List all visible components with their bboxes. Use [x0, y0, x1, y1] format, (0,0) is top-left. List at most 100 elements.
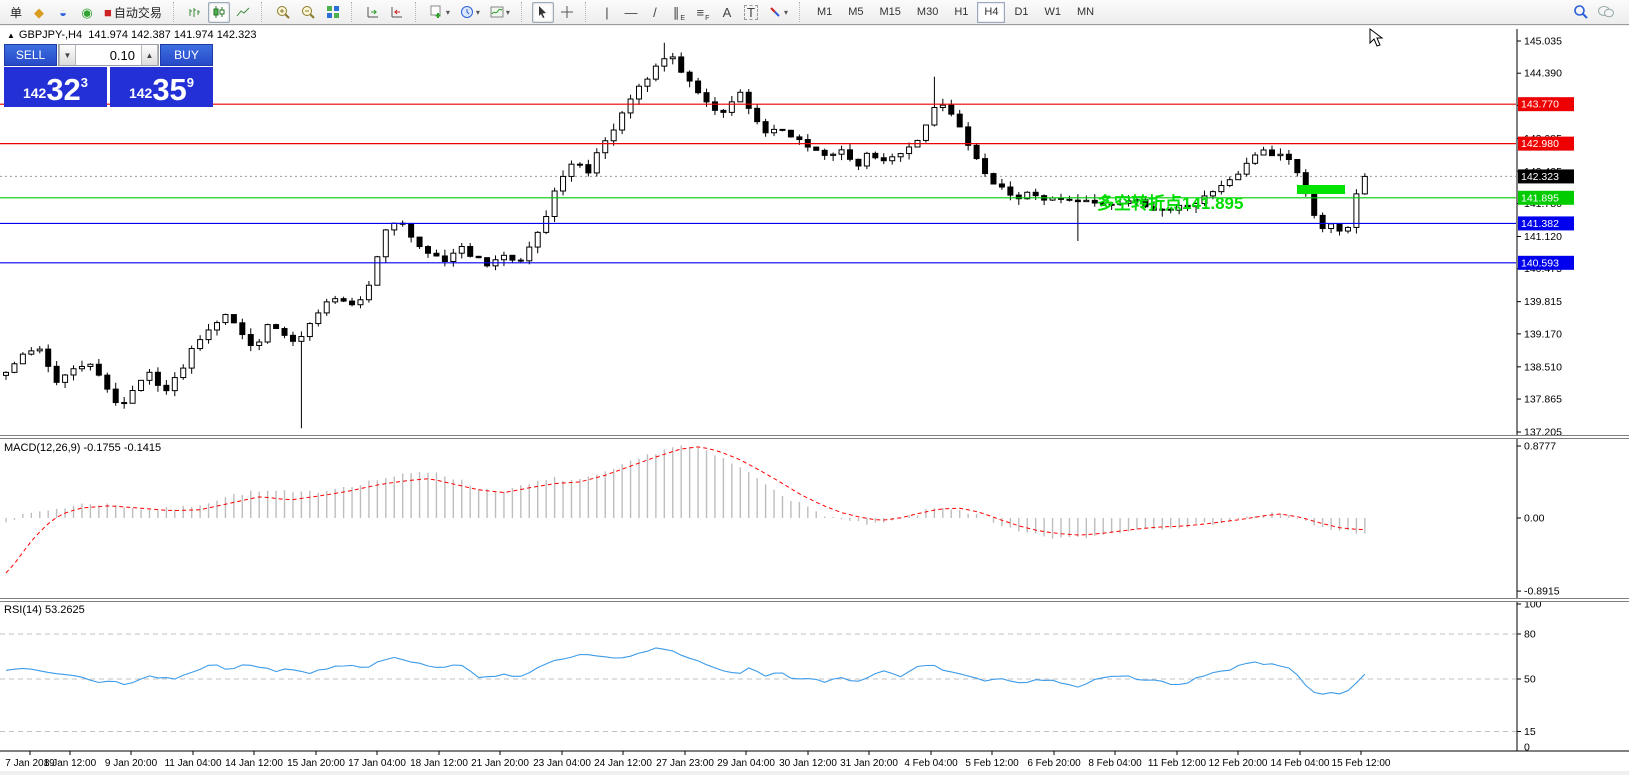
- zoom-out-button[interactable]: [297, 2, 320, 23]
- candlestick-chart-button[interactable]: [207, 1, 230, 23]
- timeframe-button-M1[interactable]: M1: [810, 2, 839, 23]
- vertical-line-tool-button[interactable]: |: [596, 2, 618, 23]
- rsi-label: RSI(14) 53.2625: [4, 604, 85, 616]
- timeframe-button-D1[interactable]: D1: [1007, 2, 1035, 23]
- trendline-icon: /: [653, 4, 657, 20]
- signals-icon: ◉: [81, 4, 93, 20]
- tile-windows-button[interactable]: [322, 2, 344, 23]
- fibonacci-tool-button[interactable]: ≡ F: [692, 2, 714, 23]
- svg-text:31 Jan 20:00: 31 Jan 20:00: [840, 758, 898, 769]
- bottom-strip: [0, 771, 1629, 775]
- horizontal-line-tool-button[interactable]: —: [620, 2, 642, 23]
- svg-text:139.170: 139.170: [1524, 328, 1562, 340]
- new-order-button[interactable]: 单: [4, 2, 26, 23]
- svg-text:15: 15: [1524, 726, 1536, 738]
- indicators-button[interactable]: ▾: [486, 2, 514, 23]
- autotrade-stop-icon: ■: [104, 4, 112, 20]
- svg-text:0.8777: 0.8777: [1524, 441, 1556, 453]
- svg-text:144.390: 144.390: [1524, 68, 1562, 80]
- sell-button[interactable]: SELL: [4, 44, 57, 66]
- auto-scroll-icon: [367, 7, 378, 18]
- timeframe-button-H4[interactable]: H4: [977, 1, 1006, 23]
- macd-label: MACD(12,26,9) -0.1755 -0.1415: [4, 442, 162, 454]
- chevron-down-icon: ▾: [475, 7, 480, 17]
- text-label-tool-button[interactable]: T: [740, 2, 762, 23]
- arrows-icon: [770, 7, 780, 17]
- pivot-highlight-rect[interactable]: [1297, 185, 1345, 194]
- crosshair-icon: [560, 6, 573, 18]
- timeframe-button-M5[interactable]: M5: [841, 2, 870, 23]
- svg-text:50: 50: [1524, 674, 1536, 686]
- crosshair-tool-button[interactable]: [556, 2, 578, 23]
- timeframe-button-M15[interactable]: M15: [873, 2, 908, 23]
- rsi-pane[interactable]: 1008050150: [0, 599, 1542, 754]
- svg-text:140.593: 140.593: [1521, 257, 1559, 269]
- new-chart-button[interactable]: ▾: [426, 2, 454, 23]
- timeframe-button-MN[interactable]: MN: [1070, 2, 1101, 23]
- volume-input[interactable]: 0.10: [76, 45, 141, 65]
- svg-text:15 Jan 20:00: 15 Jan 20:00: [287, 758, 345, 769]
- text-tool-icon: A: [722, 4, 732, 20]
- level-lines[interactable]: [0, 103, 1516, 264]
- svg-text:137.865: 137.865: [1524, 394, 1562, 406]
- time-axis[interactable]: 7 Jan 20198 Jan 12:00 9 Jan 20:00 11 Jan 0…: [0, 750, 1629, 769]
- toolbar-separator: [260, 2, 267, 22]
- buy-button[interactable]: BUY: [160, 44, 213, 66]
- market-watch-button[interactable]: ◆: [28, 2, 50, 23]
- svg-text:21 Jan 20:00: 21 Jan 20:00: [471, 758, 529, 769]
- timeframe-button-H1[interactable]: H1: [947, 2, 975, 23]
- svg-text:24 Jan 12:00: 24 Jan 12:00: [594, 758, 652, 769]
- timeframe-button-M30[interactable]: M30: [910, 2, 945, 23]
- macd-pane[interactable]: 0.8777 0.00 -0.8915: [5, 441, 1560, 598]
- chart-title: ▲ GBPJPY-,H4 141.974 142.387 141.974 142.…: [7, 29, 256, 41]
- search-icon[interactable]: [1573, 4, 1589, 20]
- svg-text:14 Feb 04:00: 14 Feb 04:00: [1271, 758, 1330, 769]
- zoom-in-button[interactable]: [272, 2, 295, 23]
- volume-up-button[interactable]: ▲: [141, 45, 158, 65]
- sell-price-big: 32: [46, 72, 81, 108]
- svg-text:143.770: 143.770: [1521, 99, 1559, 111]
- bar-chart-button[interactable]: [184, 2, 206, 23]
- macd-pane-divider[interactable]: [0, 435, 1629, 439]
- arrows-tool-button[interactable]: ▾: [764, 2, 792, 23]
- chart-shift-button[interactable]: [386, 2, 408, 23]
- pivot-annotation-text[interactable]: 多空转折点141.895: [1097, 189, 1243, 214]
- svg-text:142.323: 142.323: [1521, 171, 1559, 183]
- svg-text:30 Jan 12:00: 30 Jan 12:00: [779, 758, 837, 769]
- timeframe-button-W1[interactable]: W1: [1038, 2, 1069, 23]
- autotrade-button[interactable]: ■ 自动交易: [100, 2, 166, 23]
- autotrade-label: 自动交易: [113, 5, 162, 20]
- sell-quote-panel[interactable]: 142 32 3: [4, 67, 107, 107]
- bar-chart-icon: [189, 8, 200, 17]
- price-axis[interactable]: 145.035144.390143.745143.085142.425141.7…: [1516, 29, 1574, 751]
- buy-quote-panel[interactable]: 142 35 9: [110, 67, 213, 107]
- zoom-out-icon: [301, 5, 315, 19]
- svg-text:14 Jan 12:00: 14 Jan 12:00: [225, 758, 283, 769]
- line-chart-button[interactable]: [232, 2, 254, 23]
- toolbar-separator: [798, 2, 805, 22]
- clock-icon: [460, 6, 473, 18]
- new-chart-icon: [430, 5, 441, 18]
- vertical-line-icon: |: [605, 4, 609, 20]
- channel-tool-button[interactable]: ∥ E: [668, 2, 690, 23]
- chevron-down-icon: ▾: [505, 7, 510, 17]
- rsi-pane-divider[interactable]: [0, 598, 1629, 602]
- text-tool-button[interactable]: A: [716, 2, 738, 23]
- community-button[interactable]: ◒: [52, 2, 74, 23]
- chat-icon[interactable]: [1597, 4, 1615, 20]
- svg-text:80: 80: [1524, 629, 1536, 641]
- svg-text:17 Jan 04:00: 17 Jan 04:00: [348, 758, 406, 769]
- volume-down-button[interactable]: ▼: [59, 45, 76, 65]
- period-button[interactable]: ▾: [456, 2, 484, 23]
- trendline-tool-button[interactable]: /: [644, 2, 666, 23]
- signals-button[interactable]: ◉: [76, 2, 98, 23]
- chevron-down-icon: ▾: [445, 7, 450, 17]
- svg-text:0: 0: [1524, 742, 1530, 754]
- chart-canvas[interactable]: 145.035144.390143.745143.085142.425141.7…: [0, 26, 1629, 771]
- cursor-tool-button[interactable]: [531, 1, 554, 23]
- svg-text:8 Feb 04:00: 8 Feb 04:00: [1088, 758, 1142, 769]
- buy-price-sup: 9: [186, 75, 195, 90]
- tile-windows-icon: [326, 6, 339, 18]
- buy-price-prefix: 142: [128, 85, 153, 101]
- auto-scroll-button[interactable]: [362, 2, 384, 23]
